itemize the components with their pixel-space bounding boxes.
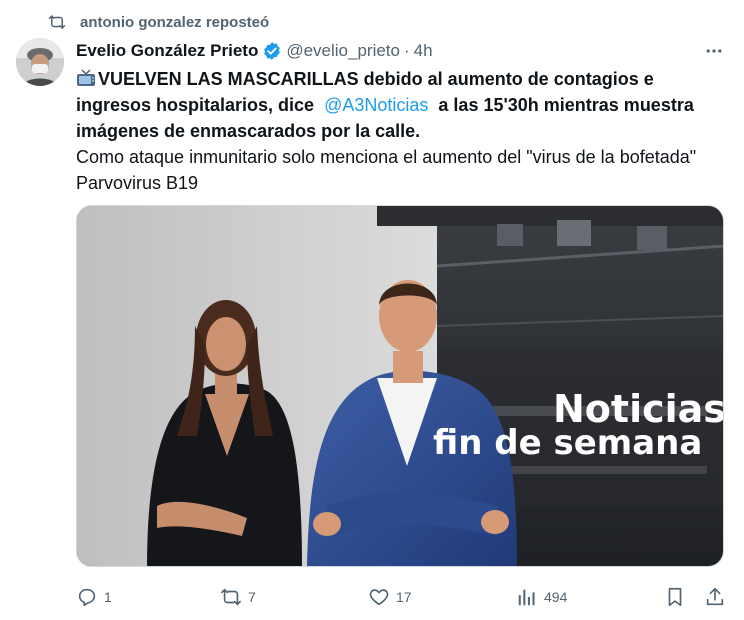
views-count: 494 — [544, 589, 568, 605]
author-name[interactable]: Evelio González Prieto — [76, 41, 258, 61]
reply-count: 1 — [104, 589, 112, 605]
like-button[interactable]: 17 — [368, 582, 412, 612]
repost-context[interactable]: antonio gonzalez reposteó — [48, 10, 269, 34]
repost-button[interactable]: 7 — [220, 582, 256, 612]
media-overlay-subtitle: fin de semana — [433, 423, 702, 463]
tweet-text-regular: Como ataque inmunitario solo menciona el… — [76, 147, 697, 193]
heart-icon — [369, 589, 389, 606]
television-icon — [77, 69, 95, 86]
reply-button[interactable]: 1 — [76, 582, 112, 612]
views-chart-icon — [518, 589, 535, 606]
avatar[interactable] — [16, 38, 64, 86]
more-icon[interactable] — [704, 41, 724, 61]
tweet-media-image[interactable]: Noticias fin de semana — [76, 205, 724, 567]
share-button[interactable] — [704, 582, 732, 612]
reply-icon — [78, 588, 96, 607]
bookmark-icon — [668, 587, 682, 607]
like-count: 17 — [396, 589, 412, 605]
author-handle[interactable]: @evelio_prieto — [286, 41, 400, 61]
tweet-header: Evelio González Prieto @evelio_prieto · … — [76, 39, 728, 63]
repost-count: 7 — [248, 589, 256, 605]
share-icon — [706, 587, 724, 606]
bookmark-button[interactable] — [664, 582, 692, 612]
post-time[interactable]: 4h — [414, 41, 433, 61]
tweet-actions-bar: 1 7 17 494 — [76, 582, 728, 612]
tweet-body: VUELVEN LAS MASCARILLAS debido al aument… — [76, 66, 726, 196]
repost-icon — [221, 588, 241, 606]
repost-label: antonio gonzalez reposteó — [80, 13, 270, 31]
views-button[interactable]: 494 — [516, 582, 567, 612]
verified-badge-icon — [264, 42, 281, 60]
repost-icon — [48, 15, 66, 29]
mention-link[interactable]: @A3Noticias — [324, 95, 428, 115]
separator-dot: · — [403, 41, 410, 60]
